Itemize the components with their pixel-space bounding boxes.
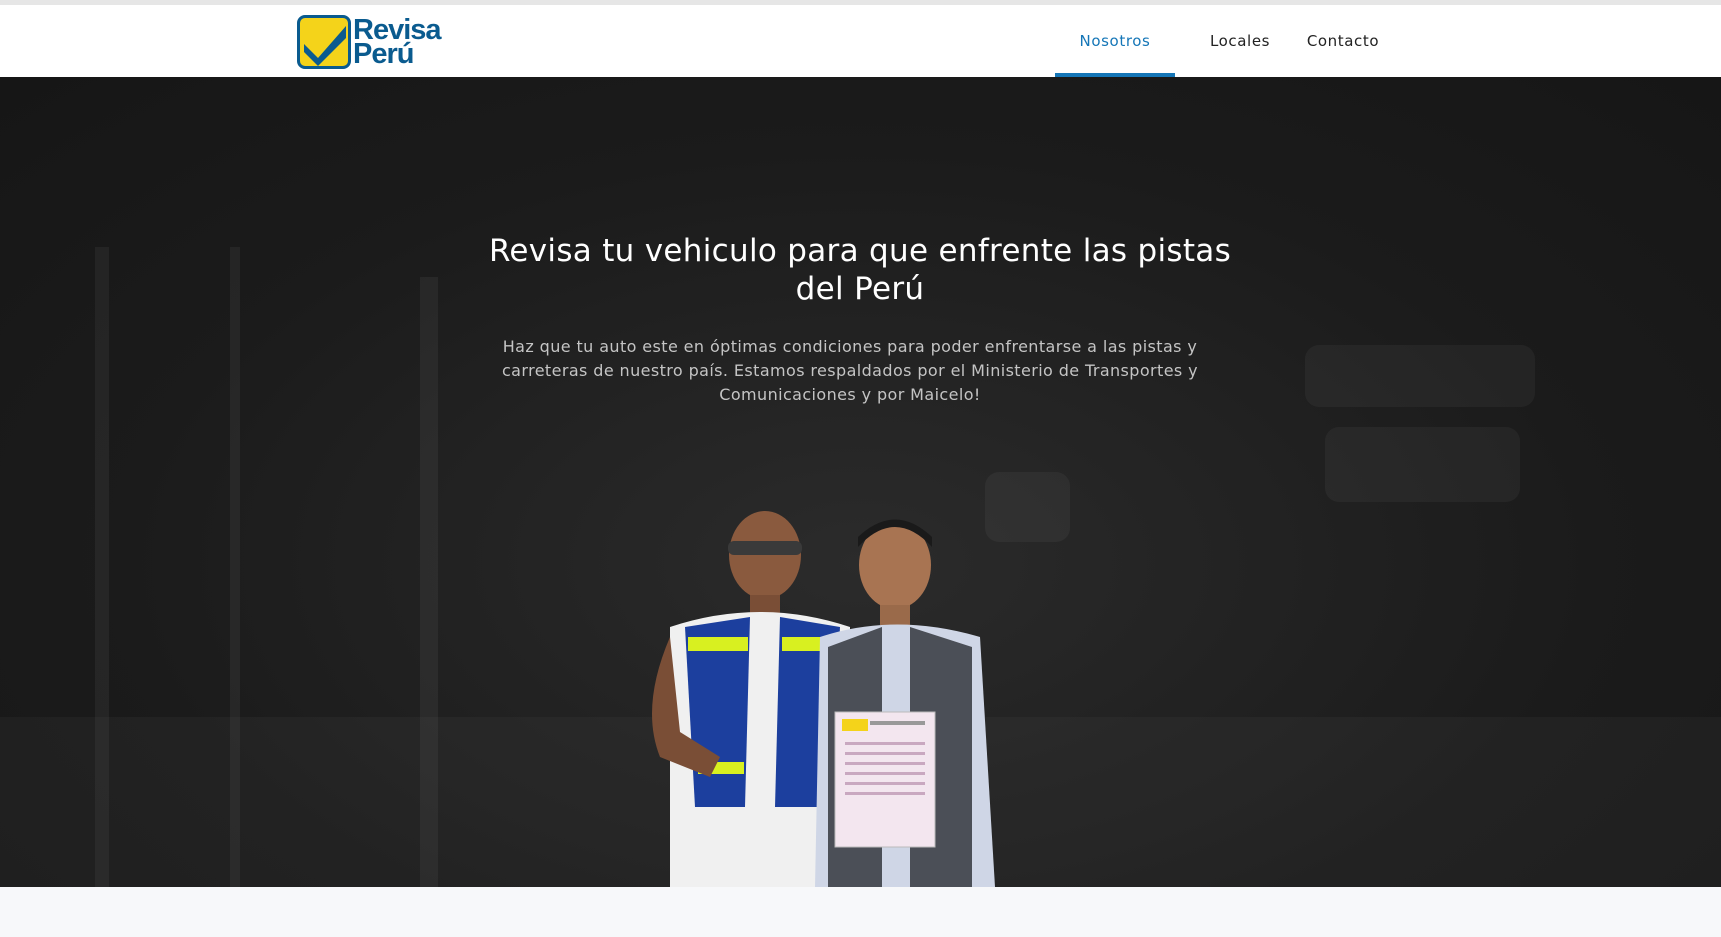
nav-item-label: Contacto [1306,32,1380,50]
background-shape [1305,345,1535,407]
inspection-certificate [834,711,936,848]
nav-item-contacto[interactable]: Contacto [1293,5,1393,77]
brand-logo[interactable]: Revisa Perú [297,14,447,70]
nav-item-nosotros[interactable]: Nosotros [1055,5,1175,77]
site-header: Revisa Perú Nosotros Locales Contacto [0,5,1721,77]
brand-name: Revisa Perú [353,16,442,69]
nav-item-label: Nosotros [1079,32,1151,50]
next-section [0,887,1721,937]
checkmark-logo-icon [297,15,351,69]
hero-title: Revisa tu vehiculo para que enfrente las… [488,233,1232,307]
hero-description: Haz que tu auto este en óptimas condicio… [501,337,1199,404]
two-men-with-inspection-certificate-photo [652,511,995,887]
nav-item-label: Locales [1209,32,1271,50]
nav-item-locales[interactable]: Locales [1195,5,1285,77]
hero-section: Revisa tu vehiculo para que enfrente las… [0,77,1721,887]
background-shape [1325,427,1520,502]
